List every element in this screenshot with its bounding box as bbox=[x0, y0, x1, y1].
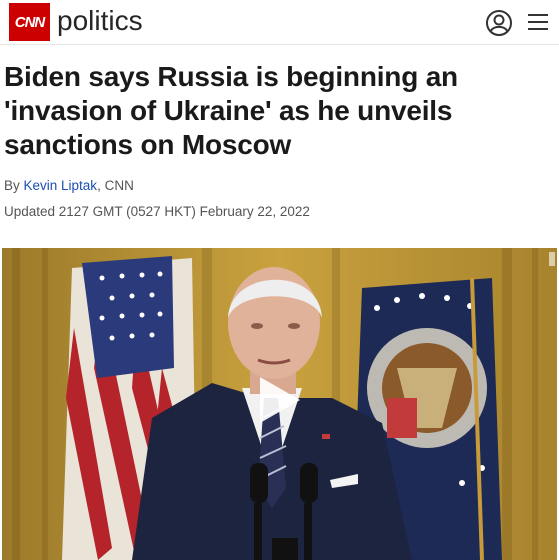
play-icon[interactable] bbox=[248, 371, 306, 429]
video-player[interactable] bbox=[2, 248, 557, 560]
hamburger-menu-icon[interactable] bbox=[527, 11, 549, 33]
byline: By Kevin Liptak, CNN bbox=[4, 178, 134, 193]
article-headline: Biden says Russia is beginning an 'invas… bbox=[4, 61, 458, 160]
updated-timestamp: Updated 2127 GMT (0527 HKT) February 22,… bbox=[4, 204, 310, 219]
byline-suffix: , CNN bbox=[97, 178, 134, 193]
top-nav-bar: CNN politics bbox=[0, 0, 559, 45]
video-overlay-edge bbox=[549, 252, 555, 266]
section-title[interactable]: politics bbox=[57, 4, 143, 38]
cnn-logo[interactable]: CNN bbox=[9, 3, 50, 41]
byline-prefix: By bbox=[4, 178, 24, 193]
user-circle-icon[interactable] bbox=[485, 9, 513, 37]
author-link[interactable]: Kevin Liptak bbox=[24, 178, 98, 193]
